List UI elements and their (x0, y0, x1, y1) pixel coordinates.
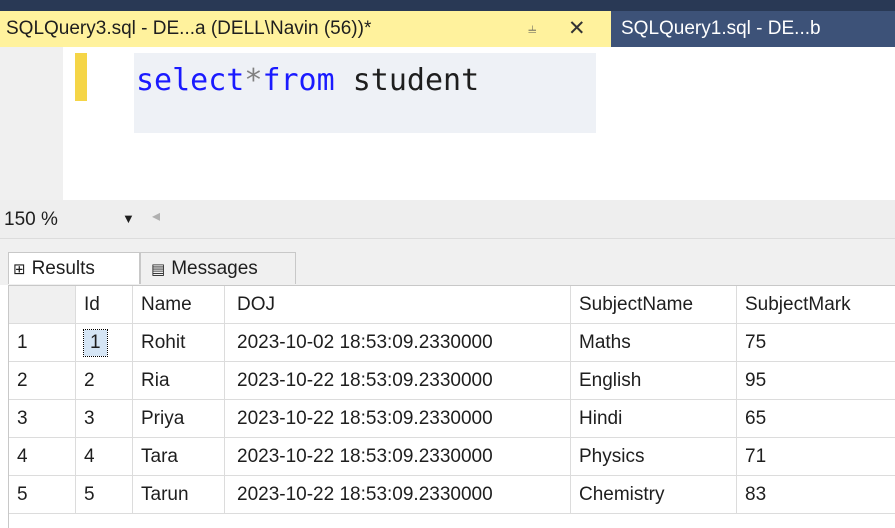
window-top-bar (0, 0, 895, 11)
cell-subjectmark[interactable]: 83 (737, 476, 895, 514)
cell-id[interactable]: 3 (76, 400, 133, 438)
pin-icon[interactable]: ⫨ (528, 11, 536, 47)
cell-subjectmark[interactable]: 65 (737, 400, 895, 438)
chevron-down-icon[interactable]: ▼ (122, 211, 135, 226)
zoom-bar: 150 % ▼ ◂ (0, 200, 895, 239)
row-number[interactable]: 3 (9, 400, 76, 438)
tab-messages-label: Messages (171, 258, 258, 279)
row-number[interactable]: 2 (9, 362, 76, 400)
cell-subjectname[interactable]: Hindi (571, 400, 737, 438)
sql-keyword-from: from (262, 63, 335, 98)
zoom-value: 150 % (4, 209, 58, 230)
tab-results-label: Results (31, 258, 95, 279)
editor-margin (0, 47, 63, 200)
tab-sqlquery3[interactable]: SQLQuery3.sql - DE...a (DELL\Navin (56))… (0, 11, 611, 47)
cell-id[interactable]: 5 (76, 476, 133, 514)
sql-identifier-table: student (334, 63, 480, 98)
cell-doj[interactable]: 2023-10-22 18:53:09.2330000 (225, 400, 571, 438)
sql-operator-star: * (244, 63, 263, 98)
cell-subjectmark[interactable]: 71 (737, 438, 895, 476)
grid-icon: ⊞ (13, 261, 26, 278)
cell-name[interactable]: Ria (133, 362, 225, 400)
cell-id-selected[interactable]: 1 (76, 324, 133, 362)
row-number[interactable]: 1 (9, 324, 76, 362)
column-header-name[interactable]: Name (133, 286, 225, 324)
cell-id-value: 1 (83, 329, 108, 357)
code-line[interactable]: select*from student (136, 63, 479, 99)
cell-doj[interactable]: 2023-10-22 18:53:09.2330000 (225, 438, 571, 476)
table-row[interactable]: 5 5 Tarun 2023-10-22 18:53:09.2330000 Ch… (9, 476, 895, 514)
sql-keyword-select: select (136, 63, 245, 98)
tab-sqlquery1[interactable]: SQLQuery1.sql - DE...b (611, 11, 895, 47)
row-number-header[interactable] (9, 286, 76, 324)
cell-subjectname[interactable]: Chemistry (571, 476, 737, 514)
cell-name[interactable]: Tara (133, 438, 225, 476)
column-header-id[interactable]: Id (76, 286, 133, 324)
document-tab-strip: SQLQuery3.sql - DE...a (DELL\Navin (56))… (0, 11, 895, 47)
cell-name[interactable]: Rohit (133, 324, 225, 362)
cell-name[interactable]: Tarun (133, 476, 225, 514)
cell-subjectmark[interactable]: 95 (737, 362, 895, 400)
column-header-doj[interactable]: DOJ (225, 286, 571, 324)
cell-subjectmark[interactable]: 75 (737, 324, 895, 362)
zoom-dropdown[interactable]: 150 % ▼ (0, 207, 146, 233)
column-header-subjectmark[interactable]: SubjectMark (737, 286, 895, 324)
messages-icon: ▤ (151, 261, 166, 278)
tab-title: SQLQuery3.sql - DE...a (DELL\Navin (56))… (6, 18, 372, 39)
table-row[interactable]: 3 3 Priya 2023-10-22 18:53:09.2330000 Hi… (9, 400, 895, 438)
cell-subjectname[interactable]: Maths (571, 324, 737, 362)
cell-doj[interactable]: 2023-10-22 18:53:09.2330000 (225, 362, 571, 400)
table-row[interactable]: 4 4 Tara 2023-10-22 18:53:09.2330000 Phy… (9, 438, 895, 476)
row-number[interactable]: 4 (9, 438, 76, 476)
cell-id[interactable]: 4 (76, 438, 133, 476)
tab-title: SQLQuery1.sql - DE...b (621, 18, 821, 39)
row-number[interactable]: 5 (9, 476, 76, 514)
cell-doj[interactable]: 2023-10-22 18:53:09.2330000 (225, 476, 571, 514)
cell-subjectname[interactable]: Physics (571, 438, 737, 476)
tab-messages[interactable]: ▤ Messages (140, 252, 296, 284)
column-header-subjectname[interactable]: SubjectName (571, 286, 737, 324)
table-row[interactable]: 1 1 Rohit 2023-10-02 18:53:09.2330000 Ma… (9, 324, 895, 362)
grid-header-row: Id Name DOJ SubjectName SubjectMark (9, 286, 895, 324)
close-icon[interactable]: ✕ (568, 11, 586, 47)
cell-doj[interactable]: 2023-10-02 18:53:09.2330000 (225, 324, 571, 362)
cell-subjectname[interactable]: English (571, 362, 737, 400)
change-indicator (75, 53, 87, 101)
cell-id[interactable]: 2 (76, 362, 133, 400)
tab-results[interactable]: ⊞ Results (8, 252, 140, 284)
scroll-left-icon[interactable]: ◂ (152, 206, 160, 226)
table-row[interactable]: 2 2 Ria 2023-10-22 18:53:09.2330000 Engl… (9, 362, 895, 400)
query-editor[interactable]: select*from student (0, 47, 895, 200)
results-tab-strip: ⊞ Results ▤ Messages (0, 239, 895, 285)
results-grid[interactable]: Id Name DOJ SubjectName SubjectMark 1 1 … (8, 285, 895, 528)
cell-name[interactable]: Priya (133, 400, 225, 438)
